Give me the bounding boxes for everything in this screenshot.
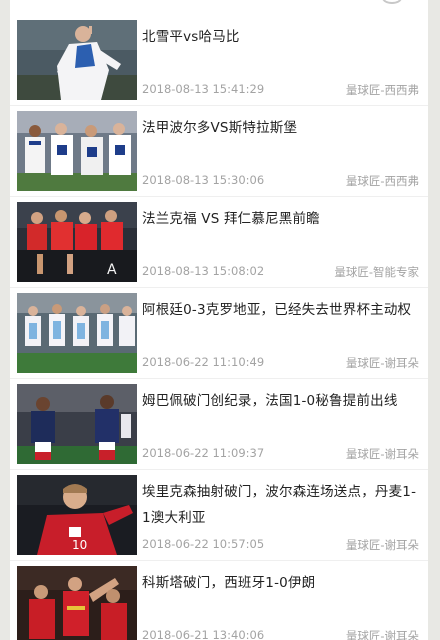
- article-date: 2018-06-22 10:57:05: [142, 537, 265, 551]
- svg-text:A: A: [107, 262, 117, 278]
- article-thumbnail[interactable]: [17, 384, 137, 464]
- divider: [10, 196, 428, 197]
- article-date: 2018-06-22 11:09:37: [142, 446, 265, 460]
- article-date: 2018-08-13 15:30:06: [142, 173, 265, 187]
- article-title[interactable]: 科斯塔破门，西班牙1-0伊朗: [142, 570, 424, 596]
- article-thumbnail[interactable]: [17, 20, 137, 100]
- article-source: 量球匠-智能专家: [334, 265, 419, 279]
- divider: [10, 560, 428, 561]
- article-date: 2018-06-22 11:10:49: [142, 355, 265, 369]
- article-title[interactable]: 法甲波尔多VS斯特拉斯堡: [142, 115, 424, 141]
- article-item[interactable]: 阿根廷0-3克罗地亚，已经失去世界杯主动权 2018-06-22 11:10:4…: [10, 293, 428, 373]
- article-date: 2018-08-13 15:08:02: [142, 264, 265, 278]
- article-thumbnail[interactable]: A: [17, 202, 137, 282]
- article-date: 2018-06-21 13:40:06: [142, 628, 265, 640]
- article-title[interactable]: 姆巴佩破门创纪录，法国1-0秘鲁提前出线: [142, 388, 424, 414]
- article-thumbnail[interactable]: 10: [17, 475, 137, 555]
- article-thumbnail[interactable]: [17, 111, 137, 191]
- article-source: 量球匠-西西弗: [345, 174, 419, 188]
- article-item[interactable]: 10 埃里克森抽射破门，波尔森连场送点，丹麦1-1澳大利亚 2018-06-22…: [10, 475, 428, 555]
- article-source: 量球匠-谢耳朵: [345, 356, 419, 370]
- article-item[interactable]: 法甲波尔多VS斯特拉斯堡 2018-08-13 15:30:06 量球匠-西西弗: [10, 111, 428, 191]
- article-date: 2018-08-13 15:41:29: [142, 82, 265, 96]
- article-title[interactable]: 埃里克森抽射破门，波尔森连场送点，丹麦1-1澳大利亚: [142, 479, 424, 531]
- news-feed: 北雪平vs哈马比 2018-08-13 15:41:29 量球匠-西西弗 法甲波…: [10, 0, 428, 640]
- divider: [10, 469, 428, 470]
- article-title[interactable]: 北雪平vs哈马比: [142, 24, 424, 50]
- article-thumbnail[interactable]: [17, 566, 137, 640]
- article-source: 量球匠-西西弗: [345, 83, 419, 97]
- divider: [10, 287, 428, 288]
- article-title[interactable]: 法兰克福 VS 拜仁慕尼黑前瞻: [142, 206, 424, 232]
- article-source: 量球匠-谢耳朵: [345, 538, 419, 552]
- article-item[interactable]: 科斯塔破门，西班牙1-0伊朗 2018-06-21 13:40:06 量球匠-谢…: [10, 566, 428, 640]
- article-source: 量球匠-谢耳朵: [345, 629, 419, 640]
- divider: [10, 378, 428, 379]
- article-item[interactable]: 北雪平vs哈马比 2018-08-13 15:41:29 量球匠-西西弗: [10, 20, 428, 100]
- refresh-icon[interactable]: [382, 0, 402, 4]
- svg-text:10: 10: [72, 538, 87, 552]
- article-thumbnail[interactable]: [17, 293, 137, 373]
- divider: [10, 105, 428, 106]
- article-title[interactable]: 阿根廷0-3克罗地亚，已经失去世界杯主动权: [142, 297, 424, 323]
- article-item[interactable]: A 法兰克福 VS 拜仁慕尼黑前瞻 2018-08-13 15:08:02 量球…: [10, 202, 428, 282]
- article-item[interactable]: 姆巴佩破门创纪录，法国1-0秘鲁提前出线 2018-06-22 11:09:37…: [10, 384, 428, 464]
- article-source: 量球匠-谢耳朵: [345, 447, 419, 461]
